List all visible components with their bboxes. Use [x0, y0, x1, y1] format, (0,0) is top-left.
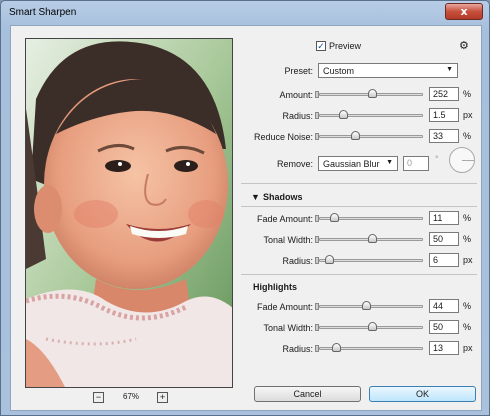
highlights-tonal-width-field[interactable]: 50 — [429, 320, 459, 334]
shadows-tonal-width-slider[interactable] — [315, 232, 423, 246]
slider-thumb[interactable] — [368, 322, 377, 331]
shadows-fade-amount-label: Fade Amount: — [256, 214, 313, 224]
chevron-down-icon: ▼ — [386, 159, 393, 166]
chevron-down-icon: ▼ — [446, 66, 453, 73]
slider-thumb[interactable] — [338, 110, 348, 119]
shadows-header: Shadows — [263, 192, 303, 202]
shadows-radius-slider[interactable] — [315, 253, 423, 267]
shadows-radius-field[interactable]: 6 — [429, 253, 459, 267]
slider-thumb[interactable] — [368, 89, 377, 98]
highlights-radius-slider[interactable] — [315, 341, 423, 355]
highlights-fade-amount-field[interactable]: 44 — [429, 299, 459, 313]
ok-button[interactable]: OK — [369, 386, 476, 402]
slider-thumb[interactable] — [351, 131, 361, 140]
slider-thumb[interactable] — [329, 213, 339, 222]
zoom-level: 67% — [123, 392, 140, 401]
slider-thumb[interactable] — [368, 234, 377, 243]
shadows-fade-amount-slider[interactable] — [315, 211, 423, 225]
child-photo — [26, 39, 232, 387]
shadows-fade-amount-field[interactable]: 11 — [429, 211, 459, 225]
preview-label: Preview — [329, 41, 362, 51]
cancel-button[interactable]: Cancel — [254, 386, 361, 402]
gear-icon[interactable]: ⚙ — [459, 39, 469, 52]
separator — [241, 183, 477, 184]
radius-field[interactable]: 1.5 — [429, 108, 459, 122]
highlights-radius-unit: px — [463, 343, 473, 353]
slider-thumb[interactable] — [331, 343, 341, 352]
shadows-tonal-width-field[interactable]: 50 — [429, 232, 459, 246]
shadows-tonal-width-label: Tonal Width: — [263, 235, 313, 245]
highlights-fade-amount-label: Fade Amount: — [256, 302, 313, 312]
dialog-client-area: − 67% + ✓ Preview ⚙ Preset: Custom ▼ Amo… — [10, 25, 482, 411]
reduce-noise-slider[interactable] — [315, 129, 423, 143]
zoom-out-button[interactable]: − — [93, 392, 104, 403]
highlights-tonal-width-slider[interactable] — [315, 320, 423, 334]
slider-track[interactable] — [319, 114, 423, 117]
window-title: Smart Sharpen — [9, 7, 77, 18]
remove-label: Remove: — [276, 159, 313, 169]
zoom-in-button[interactable]: + — [157, 392, 168, 403]
remove-value: Gaussian Blur — [323, 159, 380, 169]
highlights-tonal-width-unit: % — [463, 322, 472, 332]
reduce-noise-label: Reduce Noise: — [253, 132, 313, 142]
shadows-tonal-width-unit: % — [463, 234, 472, 244]
close-button[interactable]: x — [445, 3, 483, 20]
angle-dial[interactable] — [449, 147, 475, 173]
slider-track[interactable] — [319, 135, 423, 138]
shadows-fade-amount-unit: % — [463, 213, 472, 223]
slider-track[interactable] — [319, 259, 423, 262]
remove-select[interactable]: Gaussian Blur ▼ — [318, 156, 398, 171]
highlights-radius-field[interactable]: 13 — [429, 341, 459, 355]
separator — [241, 206, 477, 207]
zoom-bar: − 67% + — [25, 391, 233, 405]
radius-slider[interactable] — [315, 108, 423, 122]
highlights-header: Highlights — [253, 282, 297, 292]
amount-label: Amount: — [279, 90, 313, 100]
slider-thumb[interactable] — [362, 301, 372, 310]
amount-field[interactable]: 252 — [429, 87, 459, 101]
radius-unit: px — [463, 110, 473, 120]
angle-unit: ° — [435, 154, 439, 164]
highlights-fade-amount-unit: % — [463, 301, 472, 311]
angle-field[interactable]: 0 — [403, 156, 429, 171]
preview-checkbox[interactable]: ✓ — [316, 41, 326, 51]
separator — [241, 274, 477, 275]
amount-unit: % — [463, 89, 472, 99]
amount-slider[interactable] — [315, 87, 423, 101]
angle-dial-needle — [462, 160, 474, 161]
highlights-fade-amount-slider[interactable] — [315, 299, 423, 313]
title-bar[interactable]: Smart Sharpen x — [1, 1, 489, 25]
shadows-collapse-icon[interactable]: ▼ — [251, 192, 260, 202]
preset-value: Custom — [323, 66, 355, 76]
highlights-tonal-width-label: Tonal Width: — [263, 323, 313, 333]
reduce-noise-field[interactable]: 33 — [429, 129, 459, 143]
preset-label: Preset: — [284, 66, 313, 76]
preset-select[interactable]: Custom ▼ — [318, 63, 458, 78]
shadows-radius-label: Radius: — [282, 256, 313, 266]
radius-label: Radius: — [282, 111, 313, 121]
highlights-radius-label: Radius: — [282, 344, 313, 354]
slider-thumb[interactable] — [324, 255, 334, 264]
smart-sharpen-window: Smart Sharpen x − 67% + ✓ Preview ⚙ Pres… — [0, 0, 490, 416]
reduce-noise-unit: % — [463, 131, 472, 141]
shadows-radius-unit: px — [463, 255, 473, 265]
preview-image[interactable] — [25, 38, 233, 388]
